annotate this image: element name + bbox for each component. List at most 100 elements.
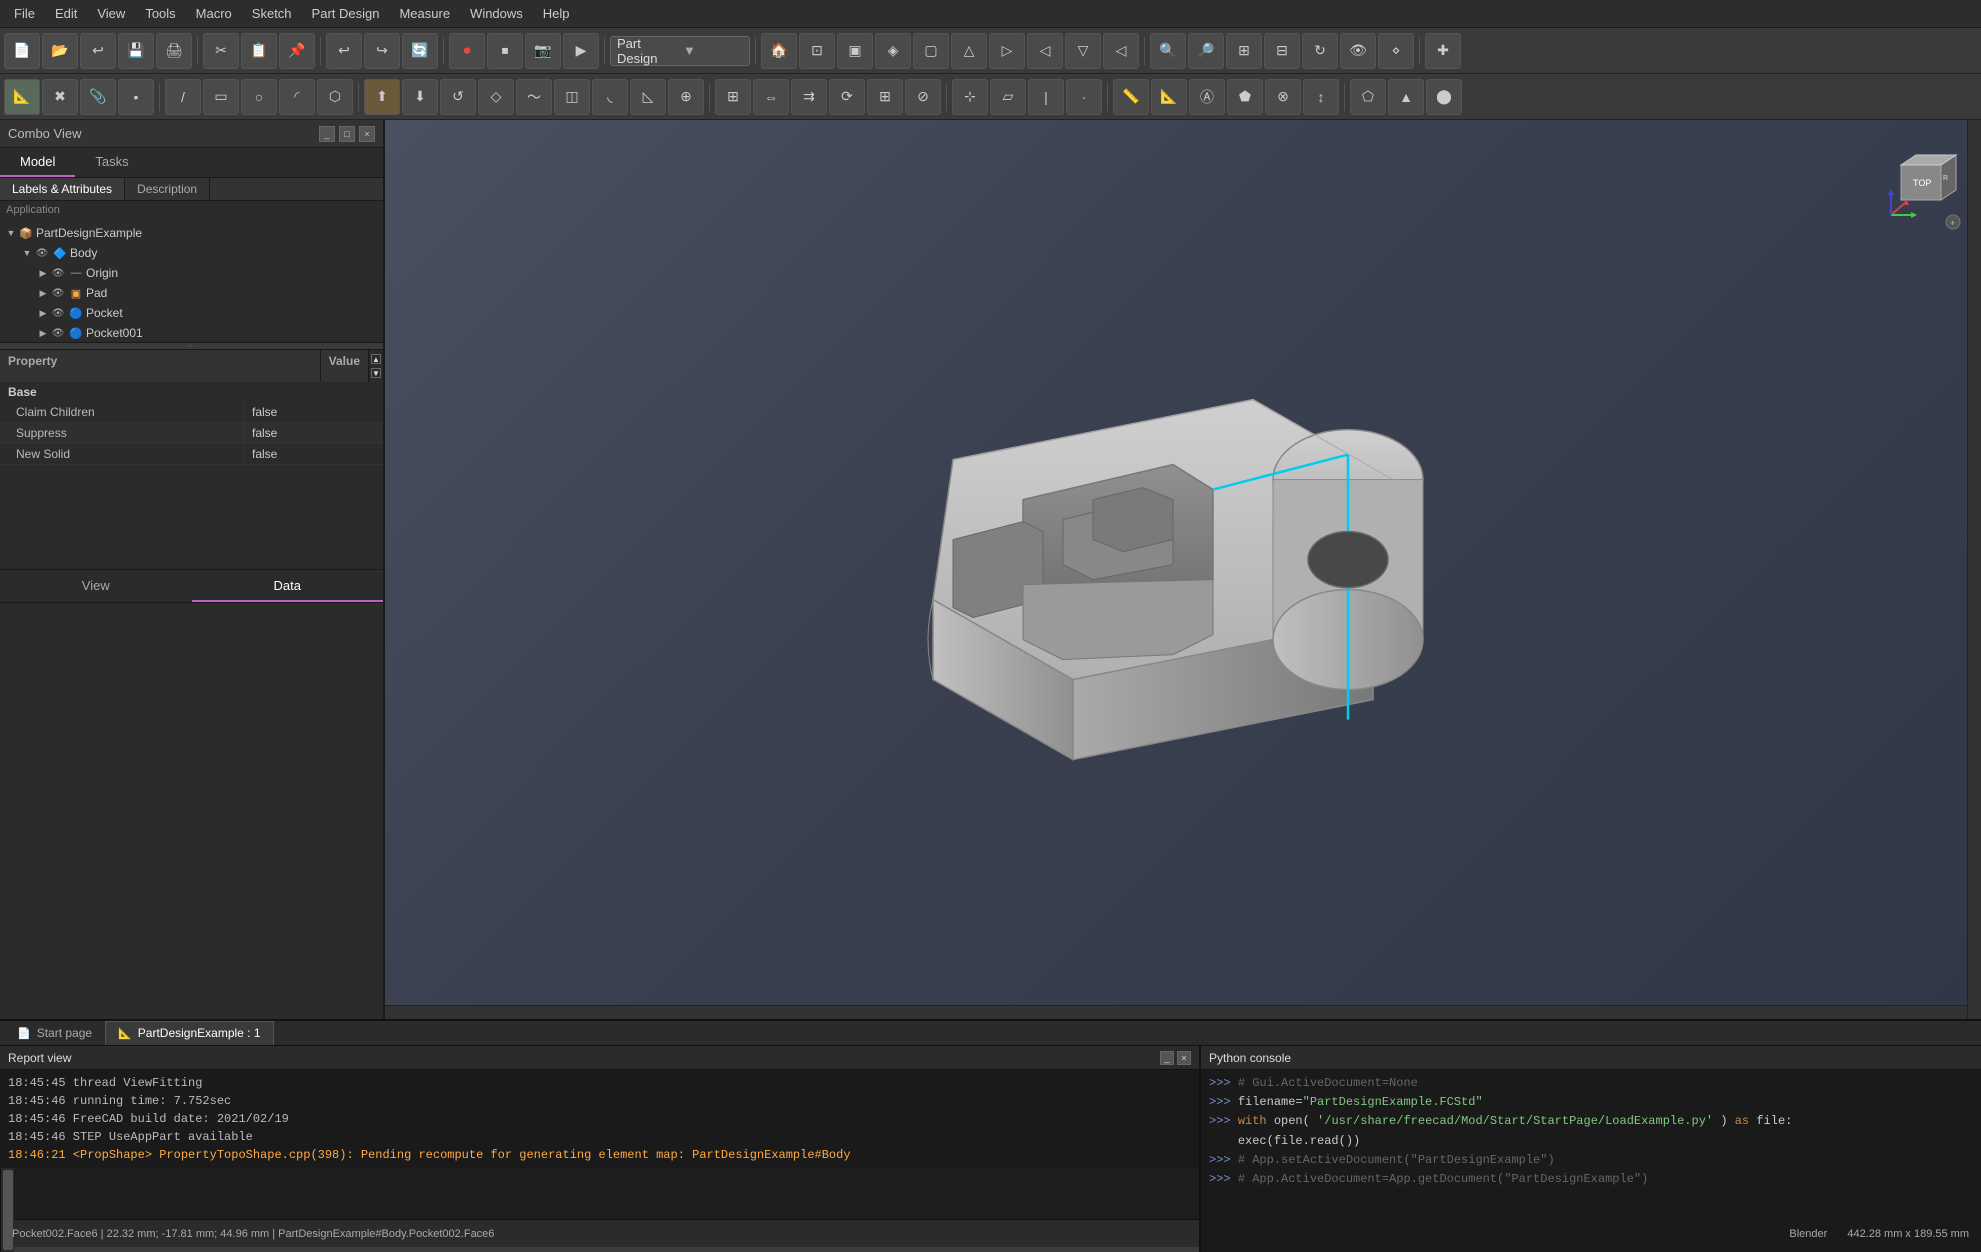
- snap-button[interactable]: ✚: [1425, 33, 1461, 69]
- view-left-button[interactable]: ◁: [1103, 33, 1139, 69]
- prop-scroll-down[interactable]: ▼: [371, 368, 381, 378]
- cut-button[interactable]: ✂: [203, 33, 239, 69]
- sketch-circle-button[interactable]: ○: [241, 79, 277, 115]
- open-button[interactable]: 📂: [42, 33, 78, 69]
- prop-value-claim-children[interactable]: false: [243, 402, 383, 422]
- new-button[interactable]: 📄: [4, 33, 40, 69]
- pd-pocket-button[interactable]: ⬇: [402, 79, 438, 115]
- menu-macro[interactable]: Macro: [186, 2, 242, 25]
- tab-model[interactable]: Model: [0, 148, 75, 177]
- view-right-button[interactable]: ▷: [989, 33, 1025, 69]
- combo-maximize-button[interactable]: □: [339, 126, 355, 142]
- sketch-line-button[interactable]: /: [165, 79, 201, 115]
- view-select-button[interactable]: ▣: [837, 33, 873, 69]
- zoom-out-button[interactable]: 🔎: [1188, 33, 1224, 69]
- tab-data[interactable]: Data: [192, 570, 384, 602]
- combo-close-button[interactable]: ×: [359, 126, 375, 142]
- pd-mirror-button[interactable]: ⇔: [753, 79, 789, 115]
- pd-extra3-button[interactable]: ⬤: [1426, 79, 1462, 115]
- sketch-new-button[interactable]: 📐: [4, 79, 40, 115]
- tree-visibility-pocket[interactable]: 👁: [50, 305, 66, 321]
- menu-windows[interactable]: Windows: [460, 2, 533, 25]
- menu-edit[interactable]: Edit: [45, 2, 87, 25]
- python-content[interactable]: >>> # Gui.ActiveDocument=None >>> filena…: [1201, 1070, 1981, 1252]
- tree-arrow-pad[interactable]: ▶: [36, 286, 50, 300]
- tab-view[interactable]: View: [0, 570, 192, 602]
- zoom-in-button[interactable]: 🔍: [1150, 33, 1186, 69]
- pd-polar-button[interactable]: ⟳: [829, 79, 865, 115]
- macro-record-button[interactable]: ⏺: [449, 33, 485, 69]
- sketch-rect-button[interactable]: ▭: [203, 79, 239, 115]
- pd-line-button[interactable]: |: [1028, 79, 1064, 115]
- sketch-arc-button[interactable]: ◜: [279, 79, 315, 115]
- tab-tasks[interactable]: Tasks: [75, 148, 148, 177]
- pd-move-button[interactable]: ↕: [1303, 79, 1339, 115]
- pd-bool2-button[interactable]: ⊗: [1265, 79, 1301, 115]
- macro-camera-button[interactable]: 📷: [525, 33, 561, 69]
- menu-help[interactable]: Help: [533, 2, 580, 25]
- menu-part-design[interactable]: Part Design: [302, 2, 390, 25]
- pd-revolve-button[interactable]: ↺: [440, 79, 476, 115]
- report-close-btn[interactable]: ×: [1177, 1051, 1191, 1065]
- pd-shape-button[interactable]: ⬟: [1227, 79, 1263, 115]
- zoom-fit-button[interactable]: ⊞: [1226, 33, 1262, 69]
- viewport-3d[interactable]: TOP R +: [385, 120, 1981, 1019]
- view-home-button[interactable]: 🏠: [761, 33, 797, 69]
- menu-file[interactable]: File: [4, 2, 45, 25]
- perspective-button[interactable]: ⋄: [1378, 33, 1414, 69]
- properties-scroll[interactable]: Base Claim Children false Suppress false…: [0, 382, 383, 569]
- sketch-close-button[interactable]: ✖: [42, 79, 78, 115]
- combo-minimize-button[interactable]: _: [319, 126, 335, 142]
- tree-visibility-pad[interactable]: 👁: [50, 285, 66, 301]
- navigation-cube[interactable]: TOP R +: [1881, 140, 1961, 220]
- pd-measure2-button[interactable]: 📐: [1151, 79, 1187, 115]
- revert-button[interactable]: ↩: [80, 33, 116, 69]
- menu-tools[interactable]: Tools: [135, 2, 185, 25]
- prop-scroll-up[interactable]: ▲: [371, 354, 381, 364]
- menu-measure[interactable]: Measure: [389, 2, 460, 25]
- pd-plane-button[interactable]: ▱: [990, 79, 1026, 115]
- menu-sketch[interactable]: Sketch: [242, 2, 302, 25]
- report-content[interactable]: 18:45:45 thread ViewFitting 18:45:46 run…: [0, 1070, 1199, 1168]
- tree-item-origin[interactable]: ▶ 👁 — Origin: [0, 263, 383, 283]
- pd-bool-button[interactable]: ⊕: [668, 79, 704, 115]
- undo-button[interactable]: ↩: [326, 33, 362, 69]
- zoom-select-button[interactable]: ⊟: [1264, 33, 1300, 69]
- view-front-button[interactable]: ▢: [913, 33, 949, 69]
- pd-draft-button[interactable]: ◺: [630, 79, 666, 115]
- tree-item-pocket[interactable]: ▶ 👁 🔵 Pocket: [0, 303, 383, 323]
- pd-extra1-button[interactable]: ⬠: [1350, 79, 1386, 115]
- pd-loft-button[interactable]: ◇: [478, 79, 514, 115]
- sketch-attach-button[interactable]: 📎: [80, 79, 116, 115]
- tree-visibility-body[interactable]: 👁: [34, 245, 50, 261]
- view-bottom-button[interactable]: ▽: [1065, 33, 1101, 69]
- pd-pattern-button[interactable]: ⊞: [867, 79, 903, 115]
- tab-labels-attributes[interactable]: Labels & Attributes: [0, 178, 125, 200]
- tree-arrow-pocket[interactable]: ▶: [36, 306, 50, 320]
- pd-clone-button[interactable]: ⊞: [715, 79, 751, 115]
- tree-arrow-origin[interactable]: ▶: [36, 266, 50, 280]
- tab-description[interactable]: Description: [125, 178, 210, 200]
- pd-datum-button[interactable]: ⊹: [952, 79, 988, 115]
- macro-stop-button[interactable]: ⏹: [487, 33, 523, 69]
- view-top-button[interactable]: △: [951, 33, 987, 69]
- macro-play-button[interactable]: ▶: [563, 33, 599, 69]
- tree-visibility-pocket001[interactable]: 👁: [50, 325, 66, 341]
- tab-part-design-example[interactable]: 📐 PartDesignExample : 1: [105, 1021, 273, 1045]
- prop-value-new-solid[interactable]: false: [243, 444, 383, 464]
- tab-start-page[interactable]: 📄 Start page: [4, 1021, 105, 1045]
- view-back-button[interactable]: ◁: [1027, 33, 1063, 69]
- pd-pad-button[interactable]: ⬆: [364, 79, 400, 115]
- tree-arrow-root[interactable]: ▼: [4, 226, 18, 240]
- workbench-dropdown[interactable]: Part Design ▼: [610, 36, 750, 66]
- view-mode-button[interactable]: 👁: [1340, 33, 1376, 69]
- pd-text-button[interactable]: Ⓐ: [1189, 79, 1225, 115]
- tree-item-body[interactable]: ▼ 👁 🔷 Body: [0, 243, 383, 263]
- report-minimize-btn[interactable]: _: [1160, 1051, 1174, 1065]
- redo-button[interactable]: ↪: [364, 33, 400, 69]
- tree-arrow-body[interactable]: ▼: [20, 246, 34, 260]
- paste-button[interactable]: 📌: [279, 33, 315, 69]
- pd-point-button[interactable]: ·: [1066, 79, 1102, 115]
- rotate-button[interactable]: ↻: [1302, 33, 1338, 69]
- pd-linear-button[interactable]: ⇉: [791, 79, 827, 115]
